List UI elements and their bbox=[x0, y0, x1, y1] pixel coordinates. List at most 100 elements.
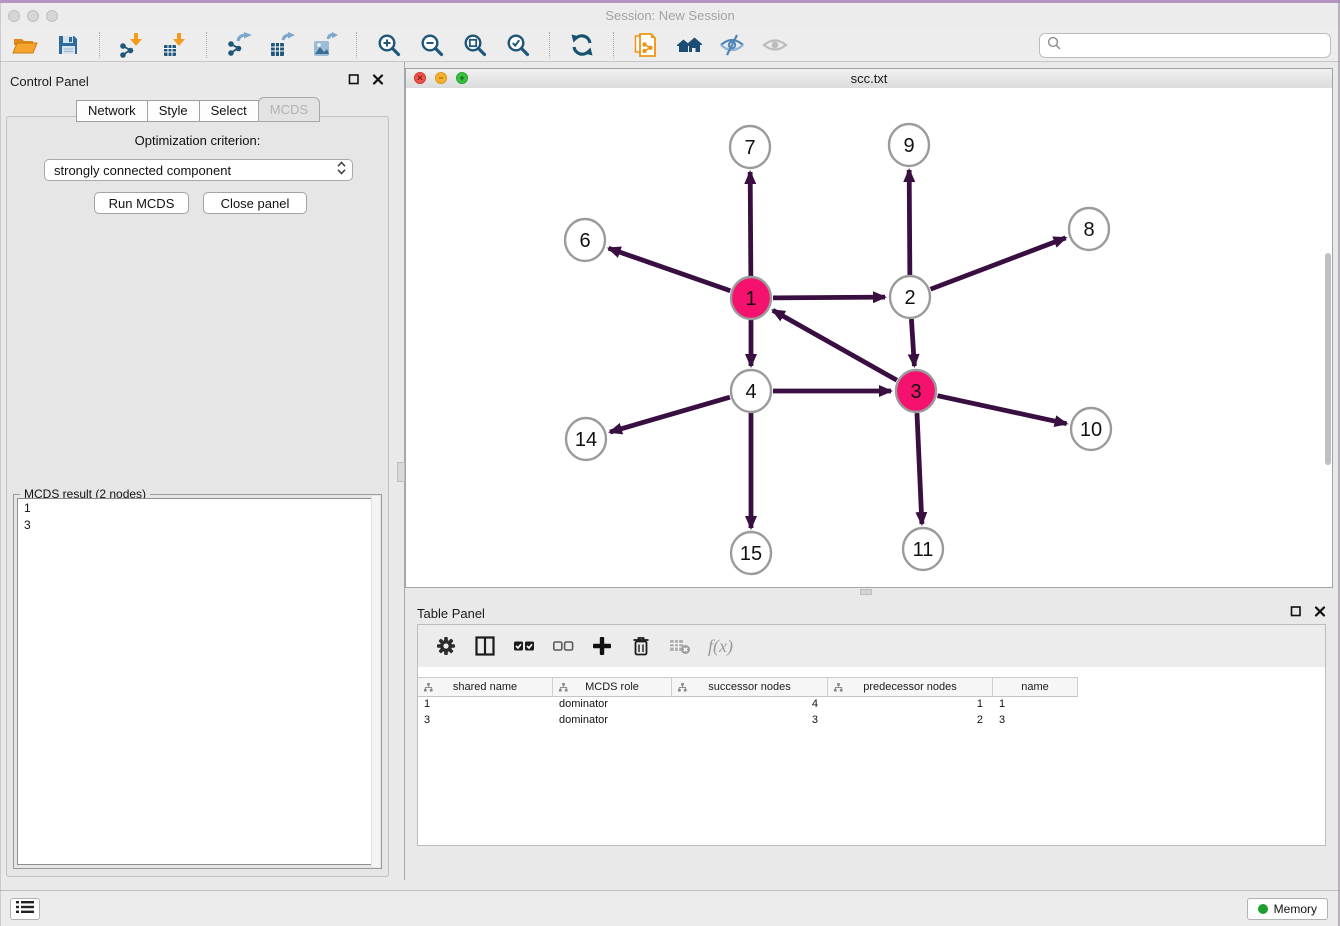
function-builder-icon[interactable]: f(x) bbox=[708, 636, 733, 657]
table-cell[interactable]: 1 bbox=[993, 697, 1078, 713]
criterion-dropdown[interactable]: strongly connected component bbox=[44, 159, 353, 181]
edge-2-8[interactable] bbox=[931, 238, 1066, 289]
column-label: predecessor nodes bbox=[863, 681, 957, 693]
export-table-icon[interactable] bbox=[267, 30, 297, 60]
unselect-all-columns-icon[interactable] bbox=[552, 635, 574, 657]
toggle-columns-icon[interactable] bbox=[474, 635, 496, 657]
table-cell[interactable]: 1 bbox=[418, 697, 553, 713]
export-network-icon[interactable] bbox=[224, 30, 254, 60]
float-table-panel-icon[interactable] bbox=[1290, 604, 1302, 622]
network-window-titlebar[interactable]: ✕ − + scc.txt bbox=[406, 69, 1332, 89]
toolbar-separator bbox=[613, 32, 615, 58]
delete-table-icon[interactable] bbox=[669, 635, 691, 657]
zoom-fit-icon[interactable] bbox=[460, 30, 490, 60]
table-cell[interactable]: 3 bbox=[993, 713, 1078, 729]
zoom-out-icon[interactable] bbox=[417, 30, 447, 60]
horizontal-splitter-grip[interactable] bbox=[860, 589, 872, 595]
graph-node-3[interactable]: 3 bbox=[896, 370, 936, 412]
graph-node-1[interactable]: 1 bbox=[731, 277, 771, 319]
network-canvas[interactable]: 7 9 6 8 1 2 4 3 14 10 15 11 bbox=[406, 88, 1332, 587]
table-cell[interactable]: 3 bbox=[418, 713, 553, 729]
node-label: 15 bbox=[740, 543, 762, 565]
hide-selected-icon[interactable] bbox=[717, 30, 747, 60]
column-header-MCDS-role[interactable]: MCDS role bbox=[553, 677, 672, 697]
graph-node-2[interactable]: 2 bbox=[890, 276, 930, 318]
graph-node-11[interactable]: 11 bbox=[903, 528, 943, 570]
search-field[interactable] bbox=[1039, 33, 1331, 58]
graph-node-10[interactable]: 10 bbox=[1071, 408, 1111, 450]
table-cell[interactable]: 3 bbox=[672, 713, 828, 729]
result-scrollbar[interactable] bbox=[371, 496, 380, 867]
edge-1-7[interactable] bbox=[750, 172, 751, 276]
select-all-columns-icon[interactable] bbox=[513, 635, 535, 657]
tab-select[interactable]: Select bbox=[199, 100, 259, 122]
new-column-icon[interactable] bbox=[591, 635, 613, 657]
graph-node-14[interactable]: 14 bbox=[566, 418, 606, 460]
app-title: Session: New Session bbox=[0, 8, 1340, 23]
graph-node-9[interactable]: 9 bbox=[889, 124, 929, 166]
edge-1-2[interactable] bbox=[773, 297, 885, 298]
edge-3-1[interactable] bbox=[773, 310, 897, 380]
column-header-shared-name[interactable]: shared name bbox=[418, 677, 553, 697]
node-table: shared nameMCDS role successor nodes prede… bbox=[418, 677, 1325, 729]
close-panel-icon[interactable] bbox=[372, 72, 384, 90]
column-header-name[interactable]: name bbox=[993, 677, 1078, 697]
control-panel: Control Panel NetworkStyleSelectMCDS Opt… bbox=[0, 62, 396, 880]
memory-button[interactable]: Memory bbox=[1247, 898, 1328, 920]
memory-label: Memory bbox=[1274, 902, 1317, 916]
splitter-grip[interactable] bbox=[397, 462, 405, 482]
column-header-successor-nodes[interactable]: successor nodes bbox=[672, 677, 828, 697]
node-label: 14 bbox=[575, 429, 597, 451]
graph-node-7[interactable]: 7 bbox=[730, 126, 770, 168]
horizontal-splitter[interactable] bbox=[405, 588, 1340, 596]
table-cell[interactable]: dominator bbox=[553, 713, 672, 729]
graph-node-8[interactable]: 8 bbox=[1069, 208, 1109, 250]
import-network-icon[interactable] bbox=[117, 30, 147, 60]
tab-style[interactable]: Style bbox=[147, 100, 200, 122]
node-table-container: f(x) shared nameMCDS role successor nodes… bbox=[417, 624, 1326, 846]
table-row[interactable]: 3dominator323 bbox=[418, 713, 1325, 729]
edge-1-6[interactable] bbox=[609, 248, 731, 290]
import-table-icon[interactable] bbox=[160, 30, 190, 60]
open-session-icon[interactable] bbox=[10, 30, 40, 60]
network-graph[interactable]: 7 9 6 8 1 2 4 3 14 10 15 11 bbox=[406, 88, 1332, 587]
column-header-predecessor-nodes[interactable]: predecessor nodes bbox=[828, 677, 993, 697]
zoom-selected-icon[interactable] bbox=[503, 30, 533, 60]
edge-3-11[interactable] bbox=[917, 413, 922, 524]
close-table-panel-icon[interactable] bbox=[1314, 604, 1326, 622]
table-cell[interactable]: 4 bbox=[672, 697, 828, 713]
table-cell[interactable]: dominator bbox=[553, 697, 672, 713]
table-panel: Table Panel f(x) shared nameMCDS rolesuc… bbox=[405, 596, 1340, 890]
mcds-result-text[interactable]: 1 3 bbox=[17, 498, 378, 865]
show-all-icon[interactable] bbox=[760, 30, 790, 60]
float-panel-icon[interactable] bbox=[348, 72, 360, 90]
edge-3-10[interactable] bbox=[937, 396, 1066, 424]
table-cell[interactable]: 2 bbox=[828, 713, 993, 729]
task-history-button[interactable] bbox=[10, 898, 40, 920]
tab-mcds[interactable]: MCDS bbox=[258, 97, 320, 122]
tab-network[interactable]: Network bbox=[76, 100, 148, 122]
vertical-splitter[interactable] bbox=[396, 62, 405, 880]
edge-2-3[interactable] bbox=[911, 319, 914, 366]
edge-2-9[interactable] bbox=[909, 170, 910, 275]
save-session-icon[interactable] bbox=[53, 30, 83, 60]
zoom-in-icon[interactable] bbox=[374, 30, 404, 60]
graph-node-4[interactable]: 4 bbox=[731, 370, 771, 412]
delete-columns-icon[interactable] bbox=[630, 635, 652, 657]
export-image-icon[interactable] bbox=[310, 30, 340, 60]
table-settings-icon[interactable] bbox=[435, 635, 457, 657]
refresh-layout-icon[interactable] bbox=[567, 30, 597, 60]
graph-node-6[interactable]: 6 bbox=[565, 219, 605, 261]
run-mcds-button[interactable]: Run MCDS bbox=[94, 192, 189, 214]
close-panel-button[interactable]: Close panel bbox=[203, 192, 307, 214]
table-row[interactable]: 1dominator411 bbox=[418, 697, 1325, 713]
first-neighbors-icon[interactable] bbox=[674, 30, 704, 60]
column-label: successor nodes bbox=[708, 681, 791, 693]
graph-node-15[interactable]: 15 bbox=[731, 532, 771, 574]
edge-4-14[interactable] bbox=[610, 397, 730, 432]
new-network-from-selection-icon[interactable] bbox=[631, 30, 661, 60]
search-input[interactable] bbox=[1066, 36, 1330, 56]
network-window-title: scc.txt bbox=[406, 71, 1332, 86]
canvas-vertical-scrollbar[interactable] bbox=[1325, 253, 1331, 465]
table-cell[interactable]: 1 bbox=[828, 697, 993, 713]
